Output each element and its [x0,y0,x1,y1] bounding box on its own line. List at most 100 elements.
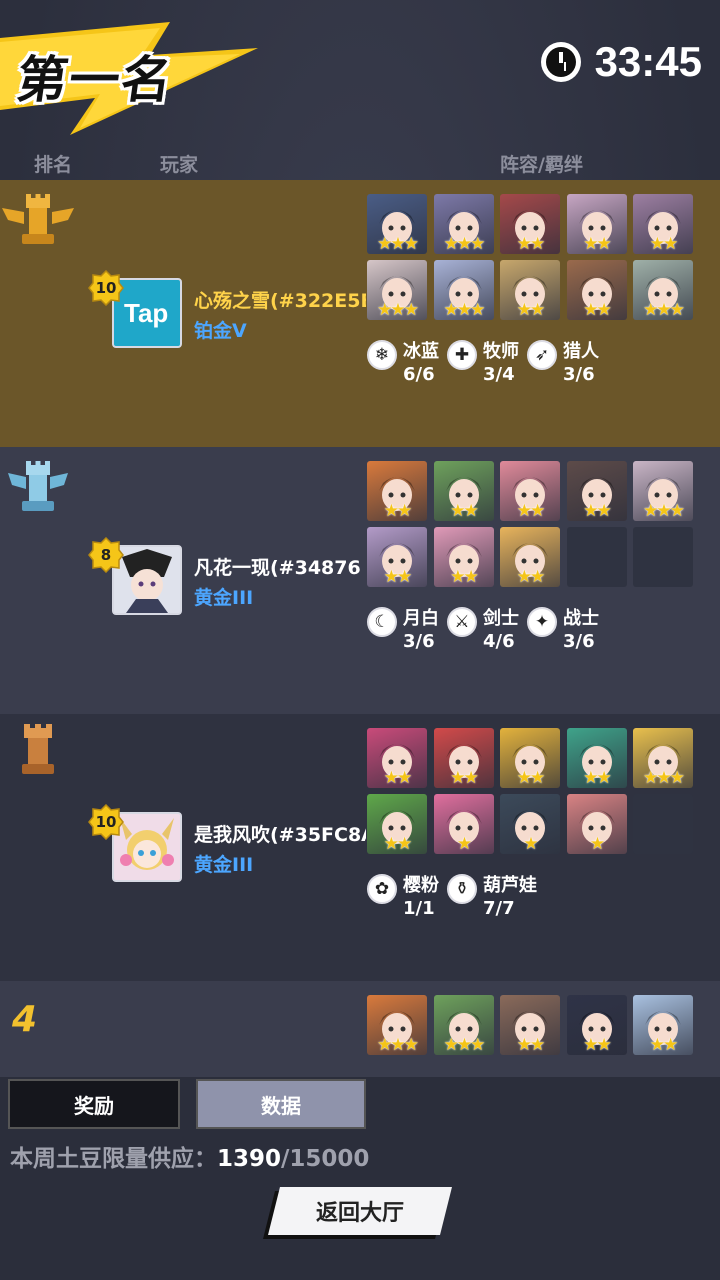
col-player: 玩家 [160,154,199,176]
trait-text: 樱粉 1/1 [403,874,439,920]
trait-count: 3/4 [483,364,515,385]
level-number: 10 [95,813,117,831]
hero-portrait[interactable]: ★ [433,794,494,854]
rank-title: 第一名 [13,51,178,109]
hero-stars: ★★ [450,501,478,521]
hero-portrait[interactable]: ★★ [367,728,427,788]
hero-portrait[interactable]: ★★★ [633,728,693,788]
tab-bar: 奖励 数据 [8,1079,366,1129]
hero-portrait[interactable]: ★★★ [633,461,693,521]
trait-item[interactable]: ⚱ 葫芦娃 7/7 [447,874,537,920]
blossom-icon: ✿ [367,874,397,904]
hero-portrait[interactable]: ★★ [566,194,627,254]
hero-portrait[interactable]: ★ [566,794,627,854]
hero-portrait[interactable]: ★★★ [433,194,494,254]
trait-count: 1/1 [403,898,435,919]
level-number: 10 [95,279,117,297]
tab-data[interactable]: 数据 [196,1079,366,1129]
trait-name: 葫芦娃 [483,875,537,896]
hero-stars: ★★ [649,234,678,254]
hero-portrait[interactable]: ★★ [633,995,693,1055]
trait-text: 牧师 3/4 [483,340,519,386]
hero-portrait[interactable]: ★★ [500,527,560,587]
hero-portrait[interactable]: ★ [500,794,560,854]
hero-portrait[interactable]: ★★ [566,260,627,320]
hero-portrait[interactable]: ★★★ [433,995,494,1055]
trait-text: 葫芦娃 7/7 [483,874,537,920]
tap-logo: Tap [124,298,169,328]
player-tier: 铂金V [194,320,247,342]
player-name: 心殇之雪(#322E5B [194,290,366,312]
trait-text: 猎人 3/6 [563,340,599,386]
hero-stars: ★★ [516,234,545,254]
empty-hero-slot [633,527,693,587]
trait-count: 7/7 [483,898,515,919]
hero-portrait[interactable]: ★★ [500,995,560,1055]
hero-stars: ★ [523,834,538,854]
stage: 第一名 33:45 排名 玩家 阵容/羁绊 Tap 10 心殇之雪(#322E5… [0,0,720,1280]
timer-text: 33:45 [594,38,702,85]
gourd-icon: ⚱ [447,874,477,904]
hero-portrait[interactable]: ★★★ [367,995,427,1055]
hero-portrait[interactable]: ★★ [433,728,494,788]
trait-count: 6/6 [403,364,435,385]
player-row-3[interactable]: 10 是我风吹(#35FC8A 黄金III ★★ ★★ ★★ ★★ ★★★ ★★ ★ ★ ★ ✿ 樱… [0,714,720,982]
hero-stars: ★★ [383,567,412,587]
player-row-4[interactable]: 4 ★★★ ★★★ ★★ ★★ ★★ [0,981,720,1081]
hero-portrait[interactable]: ★★★ [633,260,693,320]
hero-portrait[interactable]: ★★ [633,194,693,254]
hero-stars: ★★★ [643,300,685,320]
hero-portrait[interactable]: ★★ [566,995,627,1055]
empty-hero-slot [566,527,627,587]
hero-portrait[interactable]: ★★ [367,461,427,521]
player-tier: 黄金III [194,587,254,609]
hero-portrait[interactable]: ★★ [500,194,560,254]
snowflake-icon: ❄ [367,340,397,370]
player-row-1[interactable]: Tap 10 心殇之雪(#322E5B 铂金V ★★★ ★★★ ★★ ★★ ★★ ★★★ ★… [0,180,720,448]
hero-portrait[interactable]: ★★ [367,794,427,854]
tab-reward[interactable]: 奖励 [8,1079,180,1129]
hero-portrait[interactable]: ★★ [500,260,560,320]
supply-total: /15000 [281,1146,370,1172]
trait-name: 剑士 [483,608,519,629]
rank-number: 4 [12,999,38,1040]
trait-item[interactable]: ➶ 猎人 3/6 [527,340,599,386]
hero-portrait[interactable]: ★★ [566,461,627,521]
hero-portrait[interactable]: ★★ [500,461,560,521]
trait-item[interactable]: ✦ 战士 3/6 [527,607,599,653]
trait-item[interactable]: ☾ 月白 3/6 [367,607,439,653]
hero-portrait[interactable]: ★★ [566,728,627,788]
hero-portrait[interactable]: ★★ [367,527,427,587]
trait-item[interactable]: ✚ 牧师 3/4 [447,340,519,386]
hero-stars: ★★★ [443,1035,486,1055]
col-lineup: 阵容/羁绊 [500,154,583,176]
trait-item[interactable]: ✿ 樱粉 1/1 [367,874,439,920]
hero-portrait[interactable]: ★★ [433,461,494,521]
trait-item[interactable]: ❄ 冰蓝 6/6 [367,340,439,386]
player-row-2[interactable]: 8 凡花一现(#34876 黄金III ★★ ★★ ★★ ★★ ★★★ ★★ ★★ ★★ ☾ 月白… [0,447,720,715]
hero-portrait[interactable]: ★★★ [433,260,494,320]
trait-item[interactable]: ⚔ 剑士 4/6 [447,607,519,653]
back-to-lobby-button[interactable]: 返回大厅 [268,1187,452,1235]
hero-portrait[interactable]: ★★★ [367,194,427,254]
hero-stars: ★★★ [443,234,486,254]
hero-portrait[interactable]: ★★★ [367,260,427,320]
silver-rook-icon [8,461,68,511]
trait-name: 牧师 [483,341,519,362]
player-tier: 黄金III [194,854,254,876]
column-headers: 排名 玩家 阵容/羁绊 [0,150,720,178]
hero-portrait[interactable]: ★★ [500,728,560,788]
hero-stars: ★★ [583,501,611,521]
trait-name: 冰蓝 [403,341,439,362]
hero-stars: ★★ [383,501,412,521]
bow-icon: ➶ [527,340,557,370]
hero-portrait[interactable]: ★★ [433,527,494,587]
trait-name: 战士 [563,608,599,629]
trait-text: 战士 3/6 [563,607,599,653]
hero-stars: ★★ [583,234,611,254]
hero-stars: ★★ [583,300,611,320]
hero-stars: ★ [589,834,605,854]
trait-name: 猎人 [563,341,599,362]
trait-count: 4/6 [483,631,515,652]
trait-text: 剑士 4/6 [483,607,519,653]
